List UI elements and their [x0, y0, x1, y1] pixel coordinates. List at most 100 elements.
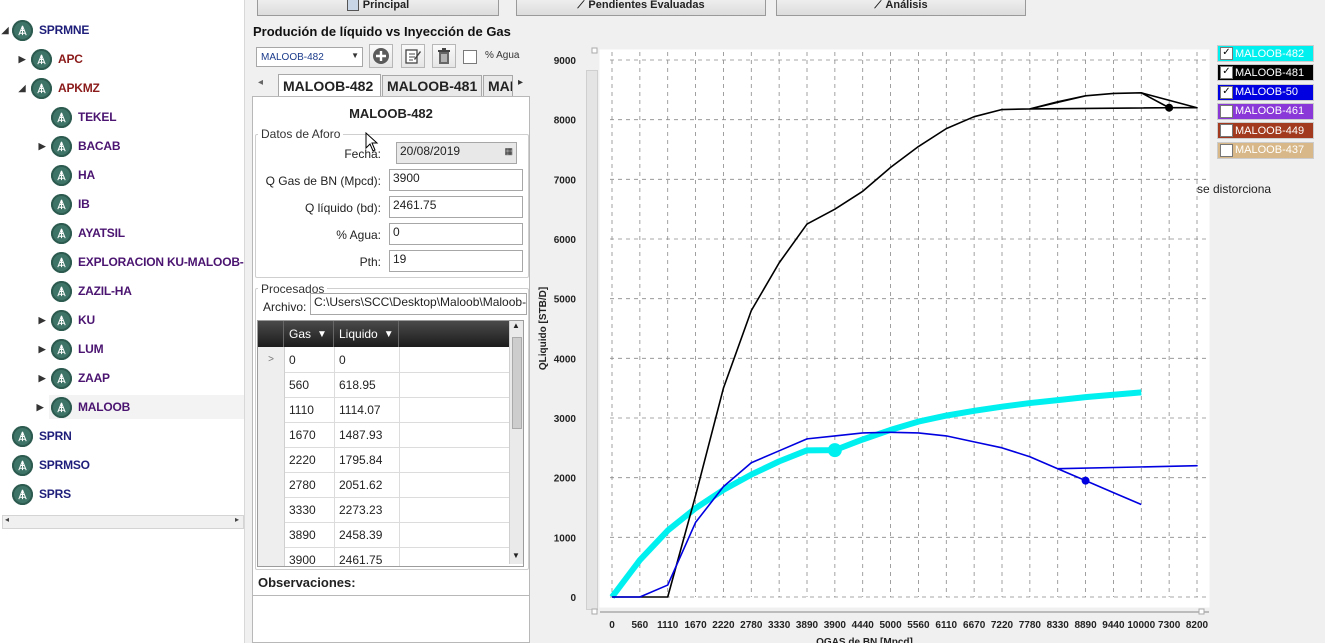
row-header[interactable]	[258, 447, 285, 472]
scroll-right-arrow-icon[interactable]: ▸	[235, 515, 239, 524]
filter-icon[interactable]: ▼	[317, 329, 327, 340]
gas-cell[interactable]: 3330	[289, 503, 316, 517]
row-header[interactable]	[258, 547, 285, 566]
legend-item-maloob-50[interactable]: ✓ MALOOB-50	[1217, 83, 1314, 101]
observaciones-textarea[interactable]	[252, 595, 530, 643]
tree-item-zaap[interactable]: ▶ ZAAP	[39, 366, 110, 390]
table-row[interactable]: 3330 2273.23	[258, 497, 510, 523]
tree-item-maloob[interactable]: ▶ MALOOB	[37, 395, 244, 419]
grid-header-gas[interactable]: Gas ▼	[284, 321, 334, 347]
tree-item-lum[interactable]: ▶ LUM	[39, 337, 104, 361]
legend-item-maloob-461[interactable]: MALOOB-461	[1217, 102, 1314, 120]
gas-cell[interactable]: 3900	[289, 553, 316, 566]
edit-button[interactable]	[401, 44, 425, 68]
liquido-cell[interactable]: 618.95	[339, 378, 376, 392]
tab-maloob-50[interactable]: MALOOB-50	[483, 75, 513, 96]
tree-item-ayatsil[interactable]: AYATSIL	[51, 221, 125, 245]
qliq-field[interactable]: 2461.75	[389, 196, 523, 218]
project-tree[interactable]: ◢ SPRMNE ▶ APC ◢ APKMZ TEKEL ▶ BACAB HA IB AYATSIL E…	[0, 0, 245, 643]
gas-cell[interactable]: 0	[289, 353, 296, 367]
tab-maloob-481[interactable]: MALOOB-481	[382, 75, 482, 96]
liquido-cell[interactable]: 2273.23	[339, 503, 382, 517]
legend-checkbox[interactable]: ✓	[1220, 85, 1233, 99]
legend-item-maloob-481[interactable]: ✓ MALOOB-481	[1217, 64, 1314, 82]
legend-item-maloob-449[interactable]: MALOOB-449	[1217, 122, 1314, 140]
tab-scroll-left-icon[interactable]: ◂	[258, 77, 263, 88]
expand-arrow-icon[interactable]: ▶	[37, 344, 47, 355]
agua-checkbox[interactable]	[463, 50, 477, 64]
well-select[interactable]: MALOOB-482 ▼	[256, 47, 363, 67]
tree-item-sprs[interactable]: SPRS	[12, 482, 71, 506]
liquido-cell[interactable]: 1487.93	[339, 428, 382, 442]
expand-arrow-icon[interactable]: ▶	[35, 402, 45, 413]
liquido-cell[interactable]: 2461.75	[339, 553, 382, 566]
tree-item-ku[interactable]: ▶ KU	[39, 308, 95, 332]
liquido-cell[interactable]: 2458.39	[339, 528, 382, 542]
gas-cell[interactable]: 1670	[289, 428, 316, 442]
agua-pct-field[interactable]: 0	[389, 223, 523, 245]
table-row[interactable]: 3890 2458.39	[258, 522, 510, 548]
tree-item-apc[interactable]: ▶ APC	[19, 47, 83, 71]
table-row[interactable]: 1110 1114.07	[258, 397, 510, 423]
tree-item-ib[interactable]: IB	[51, 192, 90, 216]
gas-cell[interactable]: 560	[289, 378, 309, 392]
legend-checkbox[interactable]	[1220, 124, 1233, 138]
expand-arrow-icon[interactable]: ▶	[37, 373, 47, 384]
data-grid[interactable]: Gas ▼ Liquido ▼ >0 0 560 618.95 1110 1114.07 1…	[257, 320, 524, 567]
row-header[interactable]	[258, 522, 285, 547]
archivo-field[interactable]: C:\Users\SCC\Desktop\Maloob\Maloob-	[310, 293, 527, 315]
table-row[interactable]: 1670 1487.93	[258, 422, 510, 448]
liquido-cell[interactable]: 2051.62	[339, 478, 382, 492]
gas-cell[interactable]: 2220	[289, 453, 316, 467]
delete-button[interactable]	[432, 44, 456, 68]
grid-header-liquido[interactable]: Liquido ▼	[334, 321, 399, 347]
tree-item-bacab[interactable]: ▶ BACAB	[39, 134, 121, 158]
legend-item-maloob-437[interactable]: MALOOB-437	[1217, 141, 1314, 159]
analisis-button[interactable]: ⟋ Análisis	[776, 0, 1026, 16]
tree-horizontal-scrollbar[interactable]: ◂ ▸	[2, 515, 244, 529]
table-row[interactable]: 2220 1795.84	[258, 447, 510, 473]
row-header[interactable]	[258, 372, 285, 397]
tree-item-sprmne[interactable]: ◢ SPRMNE	[2, 18, 89, 42]
table-row[interactable]: 3900 2461.75	[258, 547, 510, 566]
pendientes-button[interactable]: ⟋ Pendientes Evaluadas	[516, 0, 766, 16]
tree-item-sprn[interactable]: SPRN	[12, 424, 72, 448]
filter-icon[interactable]: ▼	[384, 329, 394, 340]
table-row[interactable]: 560 618.95	[258, 372, 510, 398]
collapse-arrow-icon[interactable]: ◢	[0, 25, 10, 36]
pth-field[interactable]: 19	[389, 250, 523, 272]
row-header[interactable]	[258, 397, 285, 422]
fecha-field[interactable]: 20/08/2019 ▦	[396, 142, 517, 164]
liquido-cell[interactable]: 1795.84	[339, 453, 382, 467]
liquido-cell[interactable]: 1114.07	[339, 403, 381, 417]
add-button[interactable]	[369, 44, 393, 68]
collapse-arrow-icon[interactable]: ◢	[17, 83, 27, 94]
principal-button[interactable]: Principal	[257, 0, 499, 16]
expand-arrow-icon[interactable]: ▶	[37, 315, 47, 326]
scroll-up-arrow-icon[interactable]: ▲	[512, 321, 520, 330]
calendar-icon[interactable]: ▦	[504, 146, 513, 157]
gas-cell[interactable]: 3890	[289, 528, 316, 542]
row-header[interactable]	[258, 472, 285, 497]
tree-item-sprmso[interactable]: SPRMSO	[12, 453, 90, 477]
legend-item-maloob-482[interactable]: ✓ MALOOB-482	[1217, 45, 1314, 62]
tree-item-tekel[interactable]: TEKEL	[51, 105, 117, 129]
qgas-field[interactable]: 3900	[389, 169, 523, 191]
row-header[interactable]	[258, 422, 285, 447]
gas-cell[interactable]: 1110	[289, 403, 314, 417]
expand-arrow-icon[interactable]: ▶	[17, 54, 27, 65]
table-row[interactable]: 2780 2051.62	[258, 472, 510, 498]
expand-arrow-icon[interactable]: ▶	[37, 141, 47, 152]
gas-cell[interactable]: 2780	[289, 478, 316, 492]
scroll-left-arrow-icon[interactable]: ◂	[5, 515, 9, 524]
tab-maloob-482[interactable]: MALOOB-482	[278, 74, 381, 97]
tree-item-apkmz[interactable]: ◢ APKMZ	[19, 76, 100, 100]
legend-checkbox[interactable]	[1220, 104, 1233, 118]
legend-checkbox[interactable]: ✓	[1220, 66, 1233, 80]
row-header[interactable]: >	[258, 347, 285, 372]
table-row[interactable]: >0 0	[258, 347, 510, 373]
liquido-cell[interactable]: 0	[339, 353, 346, 367]
tree-item-ha[interactable]: HA	[51, 163, 95, 187]
tree-item-exploracion-ku-maloob-zaap[interactable]: EXPLORACION KU-MALOOB-ZAAP	[51, 250, 244, 274]
row-header[interactable]	[258, 497, 285, 522]
